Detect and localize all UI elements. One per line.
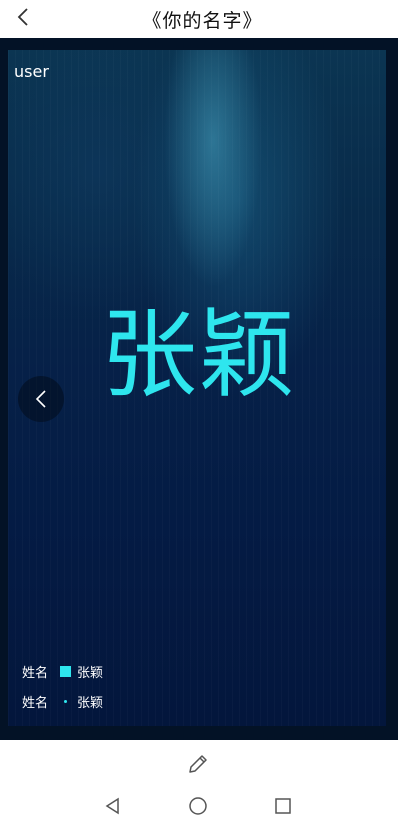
legend-swatch-dot — [64, 700, 67, 703]
triangle-back-icon — [105, 797, 119, 815]
user-label: user — [14, 62, 49, 81]
system-nav-bar — [0, 790, 405, 820]
circle-home-icon — [189, 797, 207, 815]
legend-item: 姓名 张颖 — [22, 662, 103, 681]
pencil-icon — [189, 755, 207, 773]
legend-swatch-square — [60, 666, 71, 677]
square-recent-icon — [275, 798, 291, 814]
nav-recent-button[interactable] — [273, 796, 293, 816]
legend-item: 姓名 张颖 — [22, 692, 103, 711]
chevron-left-icon — [35, 390, 46, 408]
page-title: 《你的名字》 — [142, 10, 263, 32]
preview-canvas: user 张颖 姓名 张颖 姓名 张颖 — [0, 38, 398, 740]
legend-value: 张颖 — [77, 696, 104, 711]
legend-key: 姓名 — [22, 666, 49, 681]
edit-button[interactable] — [186, 752, 210, 776]
legend-value: 张颖 — [77, 666, 104, 681]
previous-button[interactable] — [18, 376, 64, 422]
nav-home-button[interactable] — [188, 796, 208, 816]
legend-key: 姓名 — [22, 696, 49, 711]
top-bar: 《你的名字》 — [0, 0, 405, 38]
nav-back-button[interactable] — [103, 796, 123, 816]
